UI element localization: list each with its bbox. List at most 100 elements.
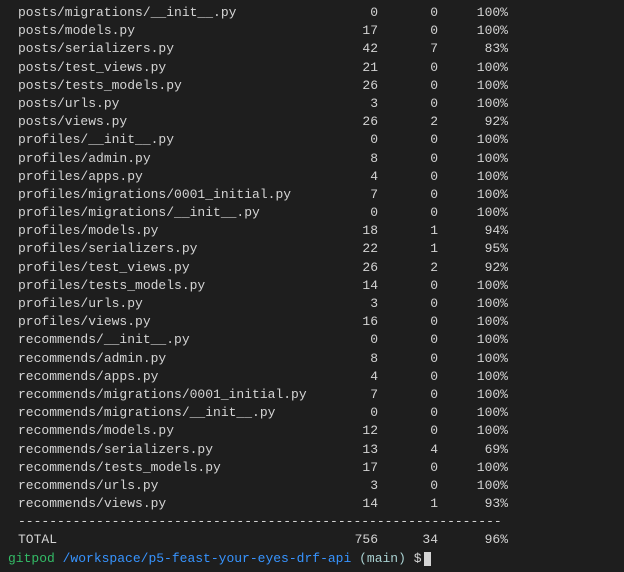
miss-count: 0 — [378, 404, 438, 422]
file-name: recommends/__init__.py — [8, 331, 318, 349]
file-name: profiles/tests_models.py — [8, 277, 318, 295]
cover-percent: 94% — [438, 222, 508, 240]
total-row: TOTAL 756 34 96% — [8, 531, 616, 549]
miss-count: 0 — [378, 4, 438, 22]
file-name: posts/urls.py — [8, 95, 318, 113]
coverage-row: profiles/urls.py30100% — [8, 295, 616, 313]
coverage-row: profiles/__init__.py00100% — [8, 131, 616, 149]
coverage-row: profiles/test_views.py26292% — [8, 259, 616, 277]
miss-count: 0 — [378, 277, 438, 295]
stmts-count: 16 — [318, 313, 378, 331]
stmts-count: 3 — [318, 477, 378, 495]
coverage-row: profiles/views.py160100% — [8, 313, 616, 331]
file-name: posts/tests_models.py — [8, 77, 318, 95]
stmts-count: 7 — [318, 186, 378, 204]
cursor — [424, 552, 431, 566]
stmts-count: 14 — [318, 277, 378, 295]
prompt-host: gitpod — [8, 550, 55, 568]
stmts-count: 21 — [318, 59, 378, 77]
miss-count: 0 — [378, 313, 438, 331]
coverage-row: profiles/models.py18194% — [8, 222, 616, 240]
coverage-row: recommends/serializers.py13469% — [8, 441, 616, 459]
file-name: posts/migrations/__init__.py — [8, 4, 318, 22]
stmts-count: 22 — [318, 240, 378, 258]
file-name: recommends/tests_models.py — [8, 459, 318, 477]
stmts-count: 42 — [318, 40, 378, 58]
coverage-row: recommends/apps.py40100% — [8, 368, 616, 386]
stmts-count: 3 — [318, 295, 378, 313]
cover-percent: 100% — [438, 77, 508, 95]
file-name: recommends/admin.py — [8, 350, 318, 368]
miss-count: 0 — [378, 186, 438, 204]
cover-percent: 100% — [438, 386, 508, 404]
cover-percent: 100% — [438, 150, 508, 168]
coverage-row: recommends/admin.py80100% — [8, 350, 616, 368]
stmts-count: 0 — [318, 204, 378, 222]
cover-percent: 100% — [438, 95, 508, 113]
separator-line: ----------------------------------------… — [8, 513, 616, 531]
coverage-row: profiles/tests_models.py140100% — [8, 277, 616, 295]
coverage-row: profiles/apps.py40100% — [8, 168, 616, 186]
miss-count: 1 — [378, 495, 438, 513]
stmts-count: 26 — [318, 259, 378, 277]
coverage-row: posts/serializers.py42783% — [8, 40, 616, 58]
cover-percent: 100% — [438, 368, 508, 386]
file-name: profiles/test_views.py — [8, 259, 318, 277]
coverage-table: posts/migrations/__init__.py00100%posts/… — [8, 4, 616, 513]
cover-percent: 100% — [438, 59, 508, 77]
miss-count: 0 — [378, 350, 438, 368]
file-name: profiles/serializers.py — [8, 240, 318, 258]
cover-percent: 100% — [438, 477, 508, 495]
stmts-count: 18 — [318, 222, 378, 240]
miss-count: 0 — [378, 168, 438, 186]
miss-count: 0 — [378, 150, 438, 168]
total-cover: 96% — [438, 531, 508, 549]
stmts-count: 4 — [318, 168, 378, 186]
cover-percent: 93% — [438, 495, 508, 513]
file-name: recommends/migrations/__init__.py — [8, 404, 318, 422]
cover-percent: 100% — [438, 313, 508, 331]
cover-percent: 100% — [438, 22, 508, 40]
file-name: posts/views.py — [8, 113, 318, 131]
stmts-count: 8 — [318, 350, 378, 368]
total-miss: 34 — [378, 531, 438, 549]
miss-count: 0 — [378, 422, 438, 440]
coverage-row: posts/urls.py30100% — [8, 95, 616, 113]
file-name: profiles/admin.py — [8, 150, 318, 168]
stmts-count: 17 — [318, 459, 378, 477]
stmts-count: 0 — [318, 131, 378, 149]
miss-count: 2 — [378, 259, 438, 277]
miss-count: 2 — [378, 113, 438, 131]
cover-percent: 69% — [438, 441, 508, 459]
file-name: recommends/migrations/0001_initial.py — [8, 386, 318, 404]
miss-count: 1 — [378, 240, 438, 258]
coverage-row: posts/test_views.py210100% — [8, 59, 616, 77]
prompt-branch: (main) — [359, 550, 406, 568]
miss-count: 0 — [378, 295, 438, 313]
miss-count: 0 — [378, 77, 438, 95]
cover-percent: 100% — [438, 422, 508, 440]
stmts-count: 26 — [318, 113, 378, 131]
file-name: profiles/migrations/0001_initial.py — [8, 186, 318, 204]
file-name: recommends/views.py — [8, 495, 318, 513]
cover-percent: 100% — [438, 204, 508, 222]
coverage-row: recommends/__init__.py00100% — [8, 331, 616, 349]
cover-percent: 100% — [438, 459, 508, 477]
file-name: posts/models.py — [8, 22, 318, 40]
shell-prompt[interactable]: gitpod /workspace/p5-feast-your-eyes-drf… — [8, 550, 616, 568]
stmts-count: 4 — [318, 368, 378, 386]
miss-count: 0 — [378, 459, 438, 477]
coverage-row: profiles/migrations/0001_initial.py70100… — [8, 186, 616, 204]
coverage-row: profiles/serializers.py22195% — [8, 240, 616, 258]
coverage-row: posts/views.py26292% — [8, 113, 616, 131]
miss-count: 0 — [378, 59, 438, 77]
coverage-row: recommends/views.py14193% — [8, 495, 616, 513]
file-name: profiles/urls.py — [8, 295, 318, 313]
coverage-row: profiles/migrations/__init__.py00100% — [8, 204, 616, 222]
stmts-count: 0 — [318, 404, 378, 422]
stmts-count: 17 — [318, 22, 378, 40]
file-name: posts/serializers.py — [8, 40, 318, 58]
file-name: posts/test_views.py — [8, 59, 318, 77]
stmts-count: 3 — [318, 95, 378, 113]
file-name: recommends/serializers.py — [8, 441, 318, 459]
